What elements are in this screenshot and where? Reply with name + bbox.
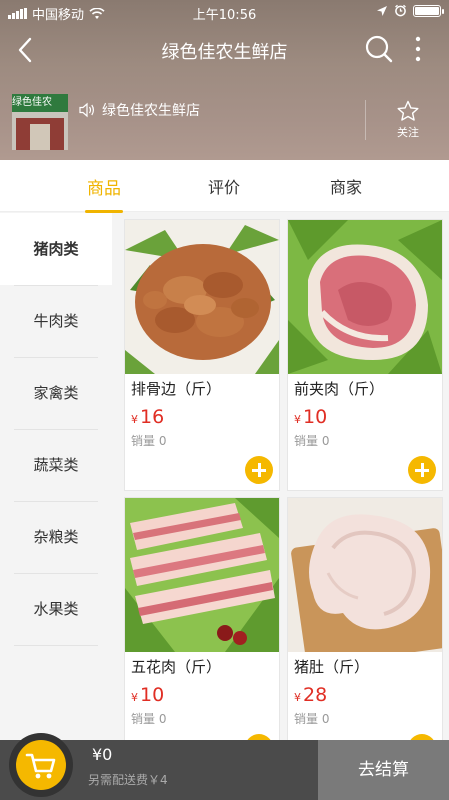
delivery-fee-note: 另需配送费￥4	[88, 773, 168, 787]
currency-symbol: ¥	[131, 413, 138, 426]
category-poultry[interactable]: 家禽类	[0, 357, 112, 429]
more-icon[interactable]	[408, 34, 428, 64]
store-photo: 绿色佳农	[12, 94, 68, 150]
product-sales: 销量 0	[294, 434, 330, 448]
pork-belly-image	[125, 498, 279, 652]
product-name: 猪肚（斤）	[294, 658, 370, 676]
status-bar: 中国移动 上午10:56	[0, 0, 449, 26]
speaker-icon	[79, 102, 94, 118]
alarm-icon	[395, 4, 406, 17]
product-card[interactable]: 猪肚（斤） ¥28 销量 0	[287, 497, 443, 740]
product-price: ¥10	[294, 406, 327, 428]
category-divider	[14, 645, 98, 646]
price-value: 10	[140, 684, 165, 706]
store-header: 中国移动 上午10:56 绿色佳农生鲜店 绿色佳农 绿色佳农生鲜店 关注	[0, 0, 449, 160]
star-icon	[397, 100, 419, 121]
category-vegetables[interactable]: 蔬菜类	[0, 429, 112, 501]
cart-icon	[25, 753, 56, 779]
follow-button[interactable]: 关注	[388, 100, 428, 140]
product-grid: 排骨边（斤） ¥16 销量 0 前夹肉（斤） ¥10 销量 0 五花肉（斤） ¥…	[112, 213, 449, 740]
currency-symbol: ¥	[294, 413, 301, 426]
currency-symbol: ¥	[131, 691, 138, 704]
category-fruit[interactable]: 水果类	[0, 573, 112, 645]
cart-total: ¥0	[92, 745, 113, 764]
marinated-ribs-image	[125, 220, 279, 374]
status-right	[376, 4, 444, 17]
product-name: 排骨边（斤）	[131, 380, 222, 398]
product-price: ¥10	[131, 684, 164, 706]
price-value: 10	[303, 406, 328, 428]
store-name: 绿色佳农生鲜店	[102, 103, 200, 119]
checkout-button[interactable]: 去结算	[318, 740, 449, 800]
store-entrance	[30, 124, 50, 150]
category-grains[interactable]: 杂粮类	[0, 501, 112, 573]
search-icon[interactable]	[364, 34, 394, 64]
divider	[365, 100, 366, 140]
tab-products[interactable]: 商品	[64, 174, 144, 199]
tab-merchant[interactable]: 商家	[306, 174, 386, 198]
price-value: 28	[303, 684, 328, 706]
product-card[interactable]: 五花肉（斤） ¥10 销量 0	[124, 497, 280, 740]
product-price: ¥28	[294, 684, 327, 706]
store-sign: 绿色佳农	[12, 94, 68, 112]
product-image	[288, 220, 442, 374]
product-price: ¥16	[131, 406, 164, 428]
product-sales: 销量 0	[294, 712, 330, 726]
add-to-cart-button[interactable]	[408, 456, 436, 484]
pork-shoulder-image	[288, 220, 442, 374]
category-beef[interactable]: 牛肉类	[0, 285, 112, 357]
product-image	[125, 498, 279, 652]
currency-symbol: ¥	[294, 691, 301, 704]
product-sales: 销量 0	[131, 712, 167, 726]
store-info: 绿色佳农 绿色佳农生鲜店 关注	[0, 90, 449, 152]
nav-bar: 绿色佳农生鲜店	[0, 26, 449, 74]
product-name: 五花肉（斤）	[131, 658, 222, 676]
price-value: 16	[140, 406, 165, 428]
product-name: 前夹肉（斤）	[294, 380, 385, 398]
product-card[interactable]: 前夹肉（斤） ¥10 销量 0	[287, 219, 443, 491]
product-card[interactable]: 排骨边（斤） ¥16 销量 0	[124, 219, 280, 491]
product-sales: 销量 0	[131, 434, 167, 448]
follow-label: 关注	[397, 126, 419, 139]
add-to-cart-button[interactable]	[245, 456, 273, 484]
location-icon	[377, 5, 387, 16]
tab-reviews[interactable]: 评价	[184, 174, 264, 198]
category-pork[interactable]: 猪肉类	[0, 213, 112, 285]
pork-tripe-image	[288, 498, 442, 652]
product-image	[125, 220, 279, 374]
tab-bar: 商品 评价 商家	[0, 160, 449, 212]
cart-button[interactable]	[16, 740, 66, 790]
battery-icon	[413, 4, 444, 17]
product-image	[288, 498, 442, 652]
category-sidebar: 猪肉类 牛肉类 家禽类 蔬菜类 杂粮类 水果类	[0, 213, 112, 740]
